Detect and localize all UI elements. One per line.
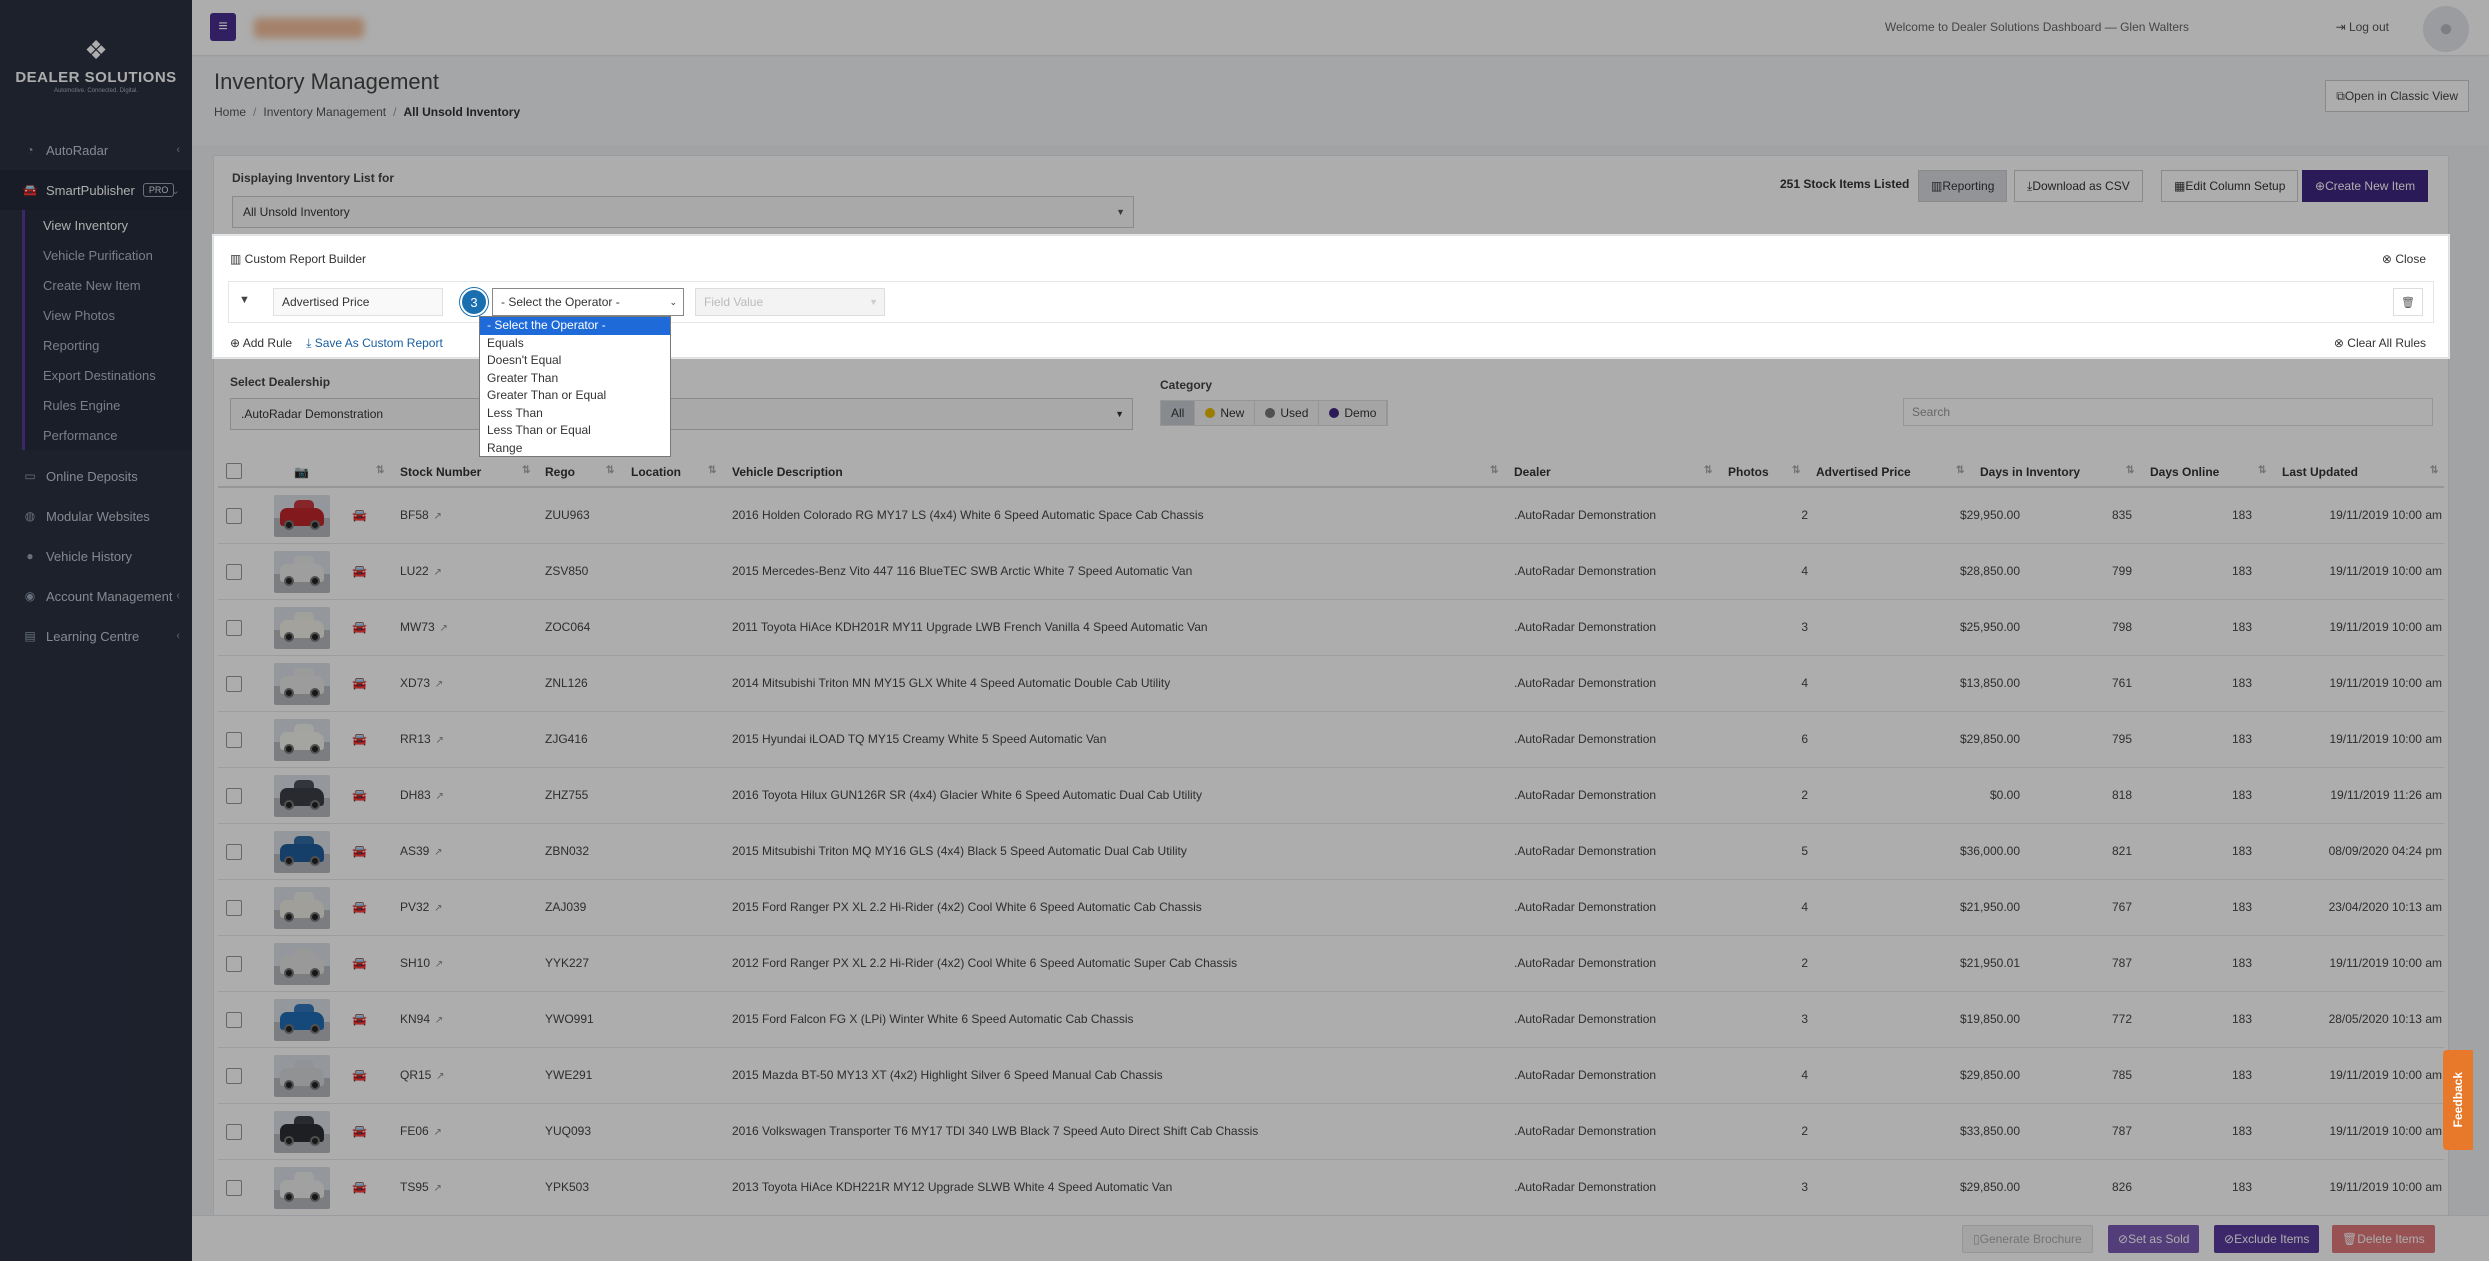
crb-title-text: Custom Report Builder xyxy=(244,252,367,266)
download-icon: ⤓ xyxy=(306,336,315,350)
button-label: Clear All Rules xyxy=(2347,336,2426,350)
trash-icon: 🗑 xyxy=(2401,296,2415,309)
operator-option[interactable]: Greater Than xyxy=(480,370,670,388)
operator-option[interactable]: - Select the Operator - xyxy=(480,317,670,335)
operator-option[interactable]: Range xyxy=(480,440,670,458)
modal-backdrop[interactable] xyxy=(0,0,2489,1261)
operator-dropdown-list: - Select the Operator - Equals Doesn't E… xyxy=(479,316,671,457)
save-custom-report-button[interactable]: ⤓ Save As Custom Report xyxy=(306,336,443,350)
close-circle-icon: ⊗ xyxy=(2333,336,2348,350)
button-label: Close xyxy=(2395,252,2426,266)
step-badge: 3 xyxy=(460,288,488,316)
button-label: Save As Custom Report xyxy=(314,336,443,350)
chevron-down-icon: ⌄ xyxy=(669,296,677,307)
bar-chart-icon: ▥ xyxy=(230,252,245,266)
operator-option[interactable]: Equals xyxy=(480,335,670,353)
clear-all-rules-button[interactable]: ⊗ Clear All Rules xyxy=(2334,336,2426,350)
plus-circle-icon: ⊕ xyxy=(230,336,243,350)
delete-rule-button[interactable]: 🗑 xyxy=(2393,288,2423,316)
select-value: - Select the Operator - xyxy=(501,295,620,309)
operator-option[interactable]: Doesn't Equal xyxy=(480,352,670,370)
rule-field-select[interactable]: Advertised Price xyxy=(273,288,443,316)
operator-option[interactable]: Less Than or Equal xyxy=(480,422,670,440)
operator-select[interactable]: - Select the Operator - ⌄ xyxy=(492,288,684,316)
crb-title: ▥ Custom Report Builder xyxy=(230,252,366,266)
select-placeholder: Field Value xyxy=(704,295,764,309)
close-circle-icon: ⊗ xyxy=(2381,252,2396,266)
feedback-tab[interactable]: Feedback xyxy=(2443,1050,2473,1150)
feedback-label: Feedback xyxy=(2451,1072,2465,1128)
add-rule-button[interactable]: ⊕ Add Rule xyxy=(230,336,292,350)
button-label: Add Rule xyxy=(242,336,293,350)
operator-option[interactable]: Greater Than or Equal xyxy=(480,387,670,405)
filter-icon: ▼ xyxy=(239,294,250,306)
crb-footer-actions: ⊕ Add Rule ⤓ Save As Custom Report xyxy=(230,336,443,351)
close-report-builder-button[interactable]: ⊗ Close xyxy=(2382,252,2426,266)
operator-option[interactable]: Less Than xyxy=(480,405,670,423)
field-value-select[interactable]: Field Value ▼ xyxy=(695,288,885,316)
caret-down-icon: ▼ xyxy=(869,297,878,307)
